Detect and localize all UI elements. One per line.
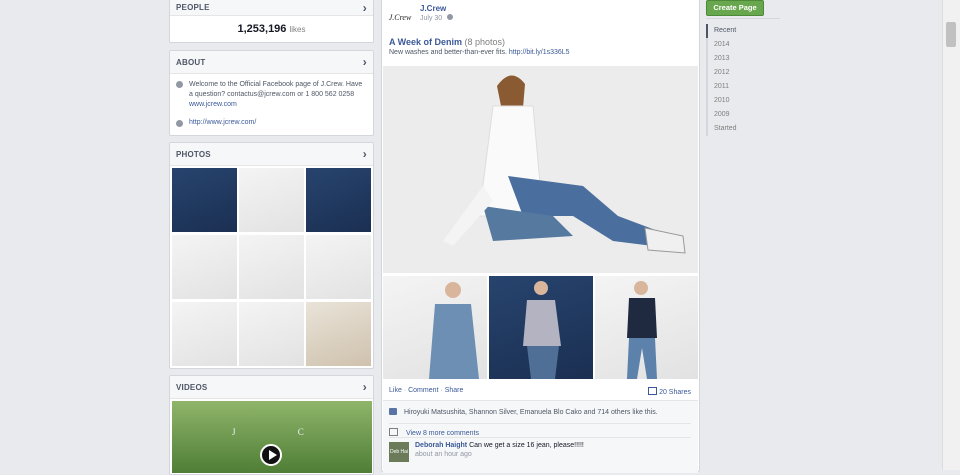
page-logo-text: J.Crew (388, 12, 412, 22)
avatar-text: Deb Hai (389, 449, 409, 455)
shares-label: 20 Shares (659, 389, 691, 396)
separator: · (440, 387, 443, 394)
timeline-item[interactable]: 2011 (708, 80, 768, 94)
comment-link[interactable]: Comment (408, 387, 438, 394)
photo-thumb[interactable] (306, 302, 371, 366)
timeline-item[interactable]: Started (708, 122, 768, 136)
comment-time[interactable]: about an hour ago (415, 451, 691, 458)
about-title: ABOUT (176, 57, 206, 67)
share-link[interactable]: Share (445, 387, 464, 394)
people-header[interactable]: PEOPLE › (170, 0, 373, 16)
separator: · (403, 387, 407, 394)
photo-thumb[interactable] (239, 302, 304, 366)
about-header[interactable]: ABOUT › (170, 51, 373, 74)
about-website-row: http://www.jcrew.com/ (176, 119, 256, 127)
create-page-label: Create Page (713, 3, 757, 12)
about-website-link[interactable]: http://www.jcrew.com/ (189, 119, 256, 126)
album-count: (8 photos) (464, 37, 506, 47)
create-page-button[interactable]: Create Page (706, 0, 764, 16)
timeline-nav: Recent 2014 2013 2012 2011 2010 2009 Sta… (706, 24, 768, 136)
like-link[interactable]: Like (389, 387, 402, 394)
comment-row: Deb Hai Deborah Haight Can we get a size… (389, 437, 691, 462)
post-description-link[interactable]: http://bit.ly/1s336L5 (509, 49, 570, 56)
photos-title: PHOTOS (176, 149, 211, 159)
likes-row: 1,253,196 likes (170, 23, 373, 35)
chevron-right-icon[interactable]: › (363, 147, 367, 161)
sub-photo[interactable] (383, 276, 487, 379)
info-icon (176, 81, 183, 88)
globe-icon (447, 14, 454, 20)
shares-count[interactable]: 20 Shares (648, 387, 691, 396)
comment-author[interactable]: Deborah Haight (415, 442, 467, 449)
sub-photo[interactable] (595, 276, 698, 379)
chevron-right-icon[interactable]: › (363, 1, 367, 15)
people-panel: PEOPLE › 1,253,196 likes (169, 0, 374, 43)
photo-thumb[interactable] (172, 302, 237, 366)
thumbs-up-icon (389, 408, 397, 415)
scrollbar-thumb[interactable] (946, 22, 956, 47)
play-icon[interactable] (260, 444, 282, 466)
timeline-item[interactable]: 2010 (708, 94, 768, 108)
photo-thumb[interactable] (239, 235, 304, 299)
chevron-right-icon[interactable]: › (363, 380, 367, 394)
photos-panel: PHOTOS › (169, 142, 374, 369)
likers-text[interactable]: Hiroyuki Matsushita, Shannon Silver, Ema… (404, 409, 658, 416)
ufi-box: Hiroyuki Matsushita, Shannon Silver, Ema… (383, 400, 698, 473)
videos-title: VIDEOS (176, 382, 208, 392)
photo-thumb[interactable] (172, 235, 237, 299)
view-more-comments: View 8 more comments (405, 430, 479, 437)
post-meta: July 30 (420, 14, 454, 22)
chevron-right-icon[interactable]: › (363, 55, 367, 69)
videos-panel: VIDEOS › J C (169, 375, 374, 475)
about-panel: ABOUT › Welcome to the Official Facebook… (169, 50, 374, 136)
post-card: J.Crew J.Crew July 30 A Week of Denim (8… (381, 0, 700, 473)
globe-icon (176, 120, 183, 127)
post-description: New washes and better-than-ever fits. (389, 49, 507, 56)
avatar[interactable]: Deb Hai (389, 442, 409, 462)
video-thumbnail[interactable]: J C (172, 401, 372, 473)
page-logo[interactable]: J.Crew (388, 5, 412, 29)
photo-thumb[interactable] (172, 168, 237, 232)
photo-thumb[interactable] (239, 168, 304, 232)
likers-row: Hiroyuki Matsushita, Shannon Silver, Ema… (389, 408, 658, 416)
album-title-row: A Week of Denim (8 photos) (389, 37, 505, 47)
main-photo[interactable] (383, 66, 698, 273)
photo-thumb[interactable] (306, 168, 371, 232)
view-more-row[interactable]: View 8 more comments (389, 423, 691, 437)
video-title-letters: J C (232, 427, 334, 437)
model-illustration (429, 282, 479, 379)
post-actions: Like · Comment · Share (389, 387, 463, 394)
likes-label: likes (289, 25, 306, 34)
about-welcome-text: Welcome to the Official Facebook page of… (189, 81, 363, 98)
videos-header[interactable]: VIDEOS › (170, 376, 373, 399)
photos-header[interactable]: PHOTOS › (170, 143, 373, 166)
timeline-item[interactable]: Recent (706, 24, 768, 38)
photo-thumb[interactable] (306, 235, 371, 299)
comment-icon (389, 428, 398, 436)
people-title: PEOPLE (176, 3, 210, 12)
likes-count: 1,253,196 (237, 23, 287, 35)
model-illustration (627, 281, 657, 379)
post-description-row: New washes and better-than-ever fits. ht… (389, 49, 570, 56)
post-date[interactable]: July 30 (420, 15, 442, 22)
about-welcome-row: Welcome to the Official Facebook page of… (176, 80, 366, 110)
sub-photo[interactable] (489, 276, 593, 379)
timeline-item[interactable]: 2009 (708, 108, 768, 122)
album-title[interactable]: A Week of Denim (389, 37, 462, 47)
timeline-item[interactable]: 2014 (708, 38, 768, 52)
model-illustration (443, 75, 686, 254)
timeline-item[interactable]: 2013 (708, 52, 768, 66)
post-page-name[interactable]: J.Crew (420, 4, 446, 13)
comment-text: Can we get a size 16 jean, please!!!!! (469, 442, 584, 449)
scrollbar[interactable] (942, 0, 960, 470)
about-welcome-link[interactable]: www.jcrew.com (189, 101, 237, 108)
share-icon (648, 387, 658, 395)
model-illustration (523, 281, 561, 379)
timeline-item[interactable]: 2012 (708, 66, 768, 80)
timeline-divider (706, 18, 780, 19)
